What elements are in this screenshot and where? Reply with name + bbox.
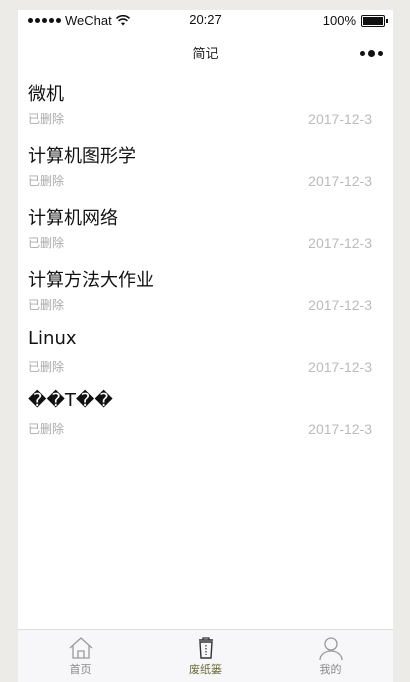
battery-percent: 100% [322,13,356,28]
note-date: 2017-12-3 [308,235,372,251]
tab-label-profile: 我的 [319,663,342,676]
nav-bar: 简记 [18,32,393,72]
deleted-notes-list: 微机 已删除 2017-12-3 计算机图形学 已删除 2017-12-3 计算… [18,78,393,450]
note-status: 已删除 [28,112,65,126]
note-date: 2017-12-3 [308,359,372,375]
note-item[interactable]: 计算机网络 已删除 2017-12-3 [18,202,393,264]
trash-icon [198,637,213,659]
note-item[interactable]: Linux 已删除 2017-12-3 [18,326,393,388]
tab-label-trash: 废纸篓 [189,663,222,676]
battery-icon [361,14,388,27]
status-bar: WeChat 20:27 100% [18,10,393,32]
more-menu-button[interactable] [360,50,383,57]
note-title: 计算机图形学 [28,146,136,167]
more-dot-icon [378,51,383,56]
note-title: ��T�� [28,390,113,411]
note-status: 已删除 [28,236,65,250]
more-dot-icon [368,50,375,57]
note-item[interactable]: 计算方法大作业 已删除 2017-12-3 [18,264,393,326]
note-date: 2017-12-3 [308,173,372,189]
note-title: Linux [28,328,77,349]
note-item[interactable]: 微机 已删除 2017-12-3 [18,78,393,140]
note-title: 计算方法大作业 [28,270,154,291]
note-date: 2017-12-3 [308,421,372,437]
note-status: 已删除 [28,174,65,188]
page-title: 简记 [192,47,219,62]
note-item[interactable]: 计算机图形学 已删除 2017-12-3 [18,140,393,202]
note-item[interactable]: ��T�� 已删除 2017-12-3 [18,388,393,450]
note-status: 已删除 [28,298,65,312]
tab-bar: 首页 废纸篓 我的 [18,629,393,682]
tab-profile[interactable]: 我的 [268,630,393,682]
more-dot-icon [360,51,365,56]
tab-trash[interactable]: 废纸篓 [143,630,268,682]
phone-screen: WeChat 20:27 100% 简记 微机 已删除 2017-12-3 计算… [18,10,393,682]
home-icon [69,637,92,659]
status-right: 100% [322,13,388,28]
note-date: 2017-12-3 [308,111,372,127]
note-status: 已删除 [28,422,65,436]
note-title: 计算机网络 [28,208,118,229]
tab-label-home: 首页 [69,663,92,676]
tab-home[interactable]: 首页 [18,630,143,682]
note-date: 2017-12-3 [308,297,372,313]
note-status: 已删除 [28,360,65,374]
user-icon [318,637,343,660]
note-title: 微机 [28,84,64,105]
